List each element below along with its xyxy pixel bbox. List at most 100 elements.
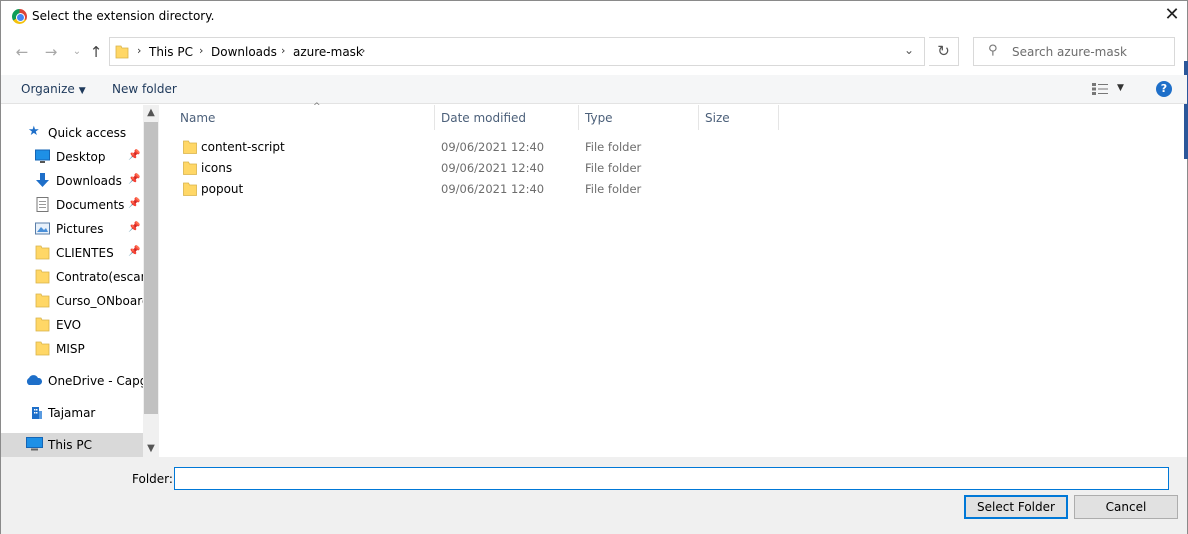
nav-item-label: CLIENTES bbox=[56, 246, 114, 260]
address-bar[interactable]: › This PC › Downloads › azure-mask › ⌄ bbox=[109, 37, 925, 66]
file-row-icons[interactable]: icons 09/06/2021 12:40 File folder bbox=[179, 158, 779, 179]
title-bar: Select the extension directory. ✕ bbox=[1, 1, 1187, 32]
nav-item-evo[interactable]: EVO bbox=[1, 314, 143, 336]
desktop-icon bbox=[35, 149, 50, 163]
nav-item-label: Downloads bbox=[56, 174, 122, 188]
refresh-icon[interactable]: ↻ bbox=[929, 37, 959, 66]
pin-icon[interactable]: 📌 bbox=[128, 174, 140, 185]
file-type: File folder bbox=[585, 182, 642, 196]
file-type: File folder bbox=[585, 161, 642, 175]
dialog-title: Select the extension directory. bbox=[32, 9, 215, 23]
nav-scrollbar[interactable]: ▲ ▼ bbox=[143, 105, 159, 457]
folder-picker-dialog: Select the extension directory. ✕ ← → ⌄ … bbox=[0, 0, 1188, 534]
folder-icon bbox=[35, 269, 50, 284]
nav-item-label: Documents bbox=[56, 198, 125, 212]
nav-item-label: Pictures bbox=[56, 222, 104, 236]
breadcrumb-downloads[interactable]: Downloads bbox=[211, 45, 277, 59]
nav-item-label: Tajamar bbox=[48, 406, 96, 420]
nav-item-pictures[interactable]: Pictures 📌 bbox=[1, 218, 143, 240]
forward-arrow-icon[interactable]: → bbox=[41, 42, 61, 62]
up-arrow-icon[interactable]: ↑ bbox=[86, 42, 106, 62]
bottom-panel: Folder: Select Folder Cancel bbox=[1, 457, 1187, 534]
nav-item-downloads[interactable]: Downloads 📌 bbox=[1, 170, 143, 192]
file-list: Name ^ Date modified Type Size content-s… bbox=[159, 102, 1187, 457]
organize-menu[interactable]: Organize ▼ bbox=[21, 82, 86, 96]
folder-icon bbox=[183, 161, 197, 175]
breadcrumb-separator-icon[interactable]: › bbox=[281, 44, 285, 57]
nav-item-documents[interactable]: Documents 📌 bbox=[1, 194, 143, 216]
column-header-date[interactable]: Date modified bbox=[434, 105, 578, 130]
document-icon bbox=[36, 197, 49, 212]
breadcrumb-azure-mask[interactable]: azure-mask bbox=[293, 45, 363, 59]
folder-label: Folder: bbox=[132, 472, 173, 486]
pin-icon[interactable]: 📌 bbox=[128, 198, 140, 209]
column-header-type[interactable]: Type bbox=[578, 105, 698, 130]
breadcrumb-separator-icon[interactable]: › bbox=[199, 44, 203, 57]
star-icon: ★ bbox=[28, 124, 40, 139]
breadcrumb-separator-icon[interactable]: › bbox=[137, 44, 141, 57]
folder-icon bbox=[35, 245, 50, 260]
nav-item-tajamar[interactable]: Tajamar bbox=[1, 402, 143, 424]
dropdown-triangle-icon: ▼ bbox=[78, 86, 86, 96]
computer-icon bbox=[26, 437, 43, 451]
nav-item-contrato[interactable]: Contrato(escane bbox=[1, 266, 143, 288]
nav-item-misp[interactable]: MISP bbox=[1, 338, 143, 360]
recent-locations-chevron-icon[interactable]: ⌄ bbox=[67, 42, 87, 62]
search-icon: ⚲ bbox=[988, 43, 998, 58]
back-arrow-icon[interactable]: ← bbox=[12, 42, 32, 62]
folder-icon bbox=[183, 182, 197, 196]
scroll-down-arrow-icon[interactable]: ▼ bbox=[143, 441, 159, 457]
sort-ascending-icon: ^ bbox=[313, 102, 321, 112]
file-date: 09/06/2021 12:40 bbox=[441, 140, 545, 154]
pin-icon[interactable]: 📌 bbox=[128, 150, 140, 161]
scroll-thumb[interactable] bbox=[144, 122, 158, 414]
nav-item-label: Contrato(escane bbox=[56, 270, 143, 284]
nav-item-clientes[interactable]: CLIENTES 📌 bbox=[1, 242, 143, 264]
select-folder-button[interactable]: Select Folder bbox=[964, 495, 1068, 519]
cancel-button[interactable]: Cancel bbox=[1074, 495, 1178, 519]
scroll-up-arrow-icon[interactable]: ▲ bbox=[143, 105, 159, 121]
nav-item-desktop[interactable]: Desktop 📌 bbox=[1, 146, 143, 168]
folder-icon bbox=[35, 293, 50, 308]
pin-icon[interactable]: 📌 bbox=[128, 222, 140, 233]
file-name: popout bbox=[201, 182, 244, 196]
nav-item-label: Quick access bbox=[48, 126, 127, 140]
pictures-icon bbox=[35, 222, 50, 235]
column-header-date-label: Date modified bbox=[441, 111, 527, 125]
file-row-popout[interactable]: popout 09/06/2021 12:40 File folder bbox=[179, 179, 779, 200]
pin-icon[interactable]: 📌 bbox=[128, 246, 140, 257]
column-header-name-label: Name bbox=[180, 111, 216, 125]
new-folder-button[interactable]: New folder bbox=[112, 82, 177, 96]
address-history-chevron-icon[interactable]: ⌄ bbox=[904, 43, 914, 57]
command-bar: Organize ▼ New folder ▼ ? bbox=[1, 75, 1187, 104]
nav-item-label: MISP bbox=[56, 342, 85, 356]
nav-item-onedrive[interactable]: OneDrive - Capge bbox=[1, 370, 143, 392]
file-date: 09/06/2021 12:40 bbox=[441, 161, 545, 175]
chrome-app-icon bbox=[12, 9, 27, 24]
column-header-size[interactable]: Size bbox=[698, 105, 778, 130]
cloud-icon bbox=[26, 375, 43, 385]
view-dropdown-icon[interactable]: ▼ bbox=[1117, 83, 1124, 93]
search-box[interactable]: ⚲ bbox=[973, 37, 1175, 66]
folder-icon bbox=[115, 45, 129, 59]
organize-label: Organize bbox=[21, 82, 75, 96]
nav-item-label: This PC bbox=[48, 438, 92, 452]
building-icon bbox=[32, 407, 42, 419]
folder-name-input[interactable] bbox=[174, 467, 1169, 490]
column-divider[interactable] bbox=[778, 105, 779, 130]
search-input[interactable] bbox=[1012, 40, 1170, 63]
file-row-content-script[interactable]: content-script 09/06/2021 12:40 File fol… bbox=[179, 137, 779, 158]
help-icon[interactable]: ? bbox=[1156, 81, 1172, 97]
nav-item-label: OneDrive - Capge bbox=[48, 374, 143, 388]
breadcrumb-this-pc[interactable]: This PC bbox=[149, 45, 193, 59]
column-header-type-label: Type bbox=[585, 111, 613, 125]
nav-item-quick-access[interactable]: ★ Quick access bbox=[1, 122, 143, 144]
column-header-name[interactable]: Name ^ bbox=[173, 102, 434, 130]
nav-item-curso-onboard[interactable]: Curso_ONboard bbox=[1, 290, 143, 312]
close-icon[interactable]: ✕ bbox=[1162, 5, 1182, 25]
file-name: icons bbox=[201, 161, 233, 175]
breadcrumb-separator-icon[interactable]: › bbox=[361, 44, 365, 57]
navigation-pane: ★ Quick access Desktop 📌 Downloads 📌 Doc… bbox=[1, 105, 143, 457]
nav-item-this-pc[interactable]: This PC bbox=[1, 433, 143, 457]
view-options-icon[interactable] bbox=[1092, 83, 1110, 95]
